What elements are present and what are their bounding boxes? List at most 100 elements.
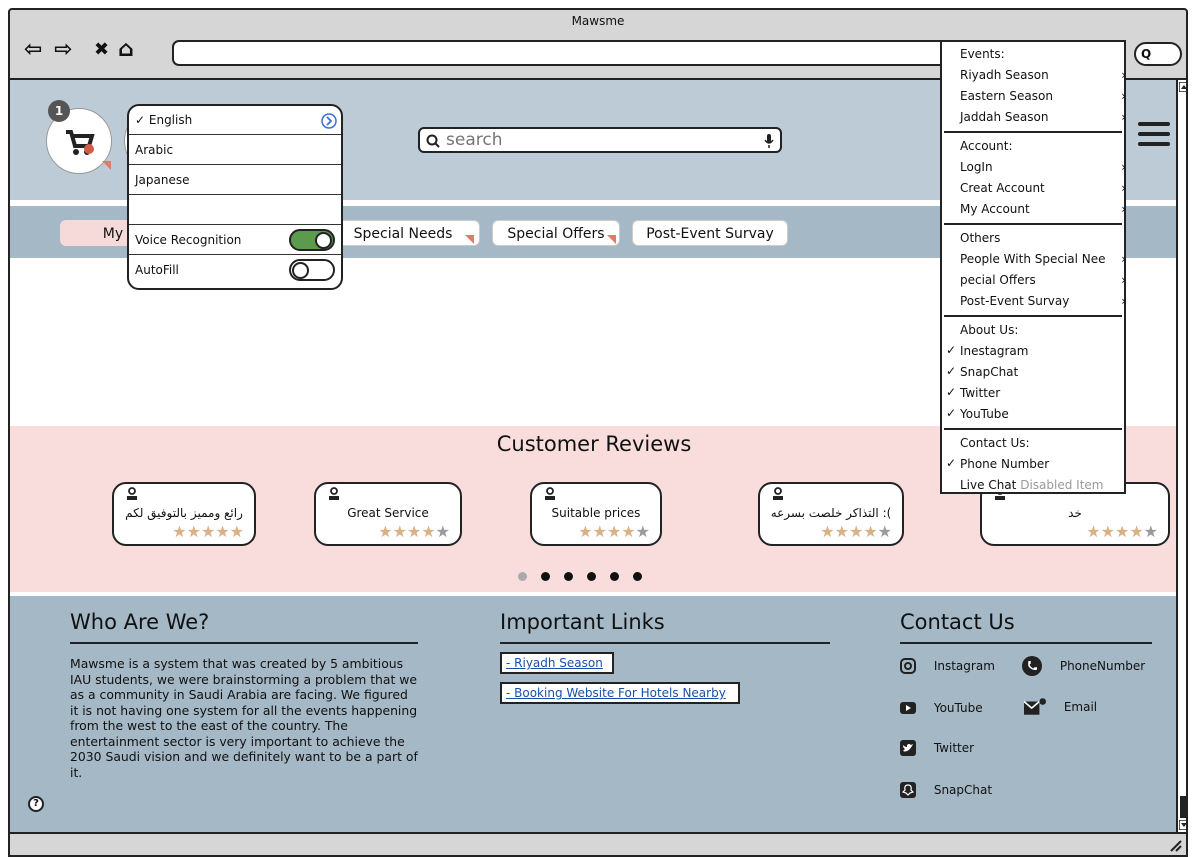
hamburger-menu-icon[interactable] (1138, 122, 1170, 152)
review-card[interactable]: التذاكر خلصت بسرعه :( ★★★★★ (758, 482, 904, 546)
language-option-english[interactable]: ✓ English (129, 106, 341, 135)
browser-search-icon: Q (1141, 47, 1152, 61)
snapchat-icon (900, 782, 916, 798)
menu-item-account[interactable]: My Account › (960, 199, 1126, 219)
carousel-dot[interactable] (633, 572, 642, 581)
menu-item-social[interactable]: SnapChat (960, 362, 1120, 382)
contact-instagram[interactable]: Instagram (900, 658, 995, 674)
review-card[interactable]: Suitable prices ★★★★★ (530, 482, 662, 546)
nav-special-offers[interactable]: Special Offers (492, 220, 620, 246)
star-icon: ★ (621, 522, 636, 541)
autofill-row[interactable]: AutoFill (129, 256, 341, 285)
menu-item-label: SnapChat (960, 365, 1019, 379)
user-icon (329, 487, 339, 500)
forward-icon[interactable]: ⇨ (54, 38, 72, 62)
star-icon: ★ (435, 522, 450, 541)
back-icon[interactable]: ⇦ (24, 38, 42, 62)
search-input[interactable] (446, 131, 746, 149)
contact-label: Twitter (933, 740, 975, 755)
menu-item-live-chat[interactable]: Live Chat Disabled Item (960, 475, 1103, 495)
menu-section-header: About Us: (960, 323, 1019, 337)
help-icon[interactable]: ? (28, 796, 44, 812)
option-label: AutoFill (135, 263, 179, 277)
carousel-dot[interactable] (587, 572, 596, 581)
nav-label: Special Needs (353, 226, 453, 242)
star-icon: ★ (200, 522, 216, 541)
menu-item-other[interactable]: People With Special Nee › (960, 249, 1126, 269)
star-icon: ★ (421, 522, 436, 541)
menu-item-contact[interactable]: Phone Number (960, 454, 1120, 474)
menu-item-social[interactable]: Inestagram (960, 341, 1120, 361)
vertical-scrollbar[interactable] (1176, 80, 1188, 832)
star-icon: ★ (1114, 522, 1130, 541)
menu-item-account[interactable]: LogIn › (960, 157, 1126, 177)
menu-divider (944, 428, 1122, 430)
carousel-dot[interactable] (518, 572, 527, 581)
chevron-right-icon: › (1121, 68, 1126, 82)
disabled-item-label: Disabled Item (1020, 478, 1104, 492)
menu-item-other[interactable]: pecial Offers › (960, 270, 1126, 290)
contact-youtube[interactable]: YouTube (900, 700, 983, 716)
nav-special-needs[interactable]: Special Needs (326, 220, 480, 246)
chevron-right-icon: › (1121, 252, 1126, 266)
carousel-dot[interactable] (541, 572, 550, 581)
divider (900, 642, 1152, 644)
review-text: التذاكر خلصت بسرعه :( (770, 506, 892, 520)
contact-email[interactable]: Email (1023, 698, 1097, 716)
menu-item-label: Creat Account (960, 181, 1045, 195)
contact-twitter[interactable]: Twitter (900, 740, 974, 756)
corner-arrow-icon (607, 235, 616, 244)
check-icon: ✓ (946, 456, 957, 470)
about-text: Mawsme is a system that was created by 5… (70, 656, 418, 780)
star-rating: ★★★★★ (172, 522, 244, 541)
star-icon: ★ (378, 522, 393, 541)
scroll-thumb[interactable] (1180, 796, 1186, 818)
scroll-down-icon[interactable] (1179, 820, 1188, 830)
menu-section-header: Contact Us: (960, 436, 1030, 450)
star-icon: ★ (1143, 522, 1158, 541)
star-rating: ★★★★★ (820, 522, 892, 541)
language-dropdown: ✓ English Arabic Japanese Voice Recognit… (127, 104, 343, 290)
contact-label: PhoneNumber (1059, 658, 1146, 673)
menu-item-social[interactable]: Twitter (960, 383, 1120, 403)
autofill-toggle[interactable] (289, 259, 335, 281)
carousel-dot[interactable] (564, 572, 573, 581)
menu-item-social[interactable]: YouTube (960, 404, 1120, 424)
contact-snapchat[interactable]: SnapChat (900, 782, 992, 798)
option-label: Arabic (135, 143, 174, 157)
chevron-right-icon: › (1121, 89, 1126, 103)
twitter-icon (900, 740, 916, 756)
carousel-dot[interactable] (610, 572, 619, 581)
menu-item-account[interactable]: Creat Account › (960, 178, 1126, 198)
nav-post-event-survey[interactable]: Post-Event Survay (632, 220, 788, 246)
language-option-arabic[interactable]: Arabic (129, 136, 341, 165)
search-box[interactable] (418, 127, 782, 153)
menu-item-label: Post-Event Survay (960, 294, 1070, 308)
review-card[interactable]: Great Service ★★★★★ (314, 482, 462, 546)
scroll-up-icon[interactable] (1179, 82, 1188, 92)
microphone-icon[interactable] (764, 133, 774, 149)
language-option-japanese[interactable]: Japanese (129, 166, 341, 195)
browser-search-box[interactable]: Q (1134, 42, 1182, 66)
nav-label: Special Offers (507, 226, 605, 242)
star-icon: ★ (635, 522, 650, 541)
menu-item-event[interactable]: Eastern Season › (960, 86, 1126, 106)
review-text: Great Service (347, 506, 429, 520)
voice-recognition-toggle[interactable] (289, 229, 335, 251)
link-riyadh-season[interactable]: - Riyadh Season (500, 652, 614, 674)
stop-icon[interactable]: ✖ (94, 38, 109, 62)
menu-item-other[interactable]: Post-Event Survay › (960, 291, 1126, 311)
star-rating: ★★★★★ (1086, 522, 1158, 541)
contact-phone[interactable]: PhoneNumber (1022, 656, 1145, 676)
star-icon: ★ (186, 522, 201, 541)
user-icon (545, 487, 555, 500)
home-icon[interactable]: ⌂ (118, 38, 134, 62)
contact-title: Contact Us (900, 610, 1015, 634)
voice-recognition-row[interactable]: Voice Recognition (129, 226, 341, 255)
menu-item-label: Jaddah Season (960, 110, 1049, 124)
menu-item-event[interactable]: Jaddah Season › (960, 107, 1126, 127)
review-card[interactable]: رائع ومميز بالتوفيق لكم ★★★★★ (112, 482, 256, 546)
link-booking-hotels[interactable]: - Booking Website For Hotels Nearby (500, 682, 740, 704)
menu-item-event[interactable]: Riyadh Season › (960, 65, 1126, 85)
resize-grip-icon[interactable] (1168, 838, 1182, 852)
